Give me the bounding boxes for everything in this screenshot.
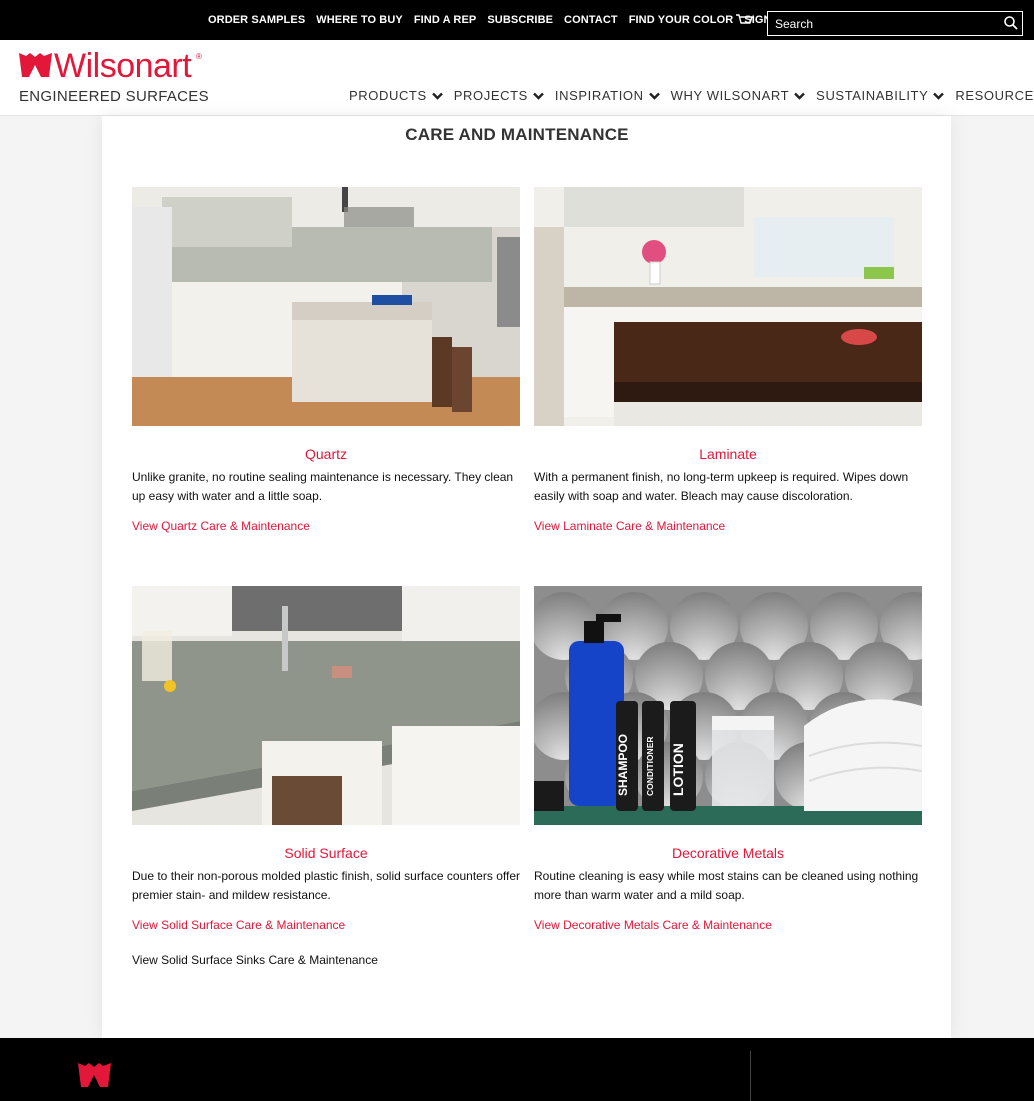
- chevron-down-icon: [648, 92, 660, 100]
- utility-nav: ORDER SAMPLES WHERE TO BUY FIND A REP SU…: [208, 0, 786, 40]
- laminate-care-link[interactable]: View Laminate Care & Maintenance: [534, 519, 922, 533]
- cart-icon[interactable]: [735, 14, 753, 28]
- nav-resources[interactable]: RESOURCES: [955, 88, 1034, 103]
- decorative-metals-title: Decorative Metals: [671, 845, 785, 861]
- laminate-tile: Laminate With a permanent finish, no lon…: [534, 187, 922, 533]
- solid-surface-care-link[interactable]: View Solid Surface Care & Maintenance: [132, 918, 520, 932]
- where-to-buy-link[interactable]: WHERE TO BUY: [316, 14, 403, 26]
- conditioner-label: CONDITIONER: [645, 737, 655, 797]
- nav-inspiration[interactable]: INSPIRATION: [555, 88, 660, 103]
- lotion-label: LOTION: [670, 743, 686, 796]
- decorative-metals-tile: SHAMPOO CONDITIONER LOTION Decorative Me…: [534, 586, 922, 932]
- shampoo-label: SHAMPOO: [616, 734, 630, 796]
- solid-surface-tile: Solid Surface Due to their non-porous mo…: [132, 586, 520, 967]
- site-footer: [0, 1038, 1034, 1101]
- bottle-labels: SHAMPOO CONDITIONER LOTION: [616, 734, 686, 797]
- quartz-care-link[interactable]: View Quartz Care & Maintenance: [132, 519, 520, 533]
- nav-products-label: PRODUCTS: [349, 88, 427, 103]
- quartz-description: Unlike granite, no routine sealing maint…: [132, 470, 514, 503]
- solid-surface-sinks-care-link[interactable]: View Solid Surface Sinks Care & Maintena…: [132, 953, 520, 967]
- chevron-down-icon: [933, 92, 945, 100]
- chevron-down-icon: [431, 92, 443, 100]
- decorative-metals-bath-photo: SHAMPOO CONDITIONER LOTION: [534, 586, 922, 825]
- laminate-kitchen-photo: [534, 187, 922, 426]
- chevron-down-icon: [794, 92, 806, 100]
- subscribe-link[interactable]: SUBSCRIBE: [487, 14, 553, 26]
- decorative-metals-description: Routine cleaning is easy while most stai…: [534, 869, 919, 902]
- nav-why-wilsonart[interactable]: WHY WILSONART: [671, 88, 806, 103]
- nav-why-wilsonart-label: WHY WILSONART: [670, 88, 790, 103]
- laminate-title: Laminate: [699, 446, 757, 462]
- chevron-down-icon: [533, 92, 544, 100]
- search-box: [767, 11, 1023, 36]
- contact-link[interactable]: CONTACT: [564, 14, 618, 26]
- nav-sustainability-label: SUSTAINABILITY: [816, 88, 929, 103]
- quartz-title: Quartz: [304, 446, 347, 462]
- site-header: Wilsonart ® ENGINEERED SURFACES PRODUCTS…: [0, 40, 1034, 116]
- find-your-color-link[interactable]: FIND YOUR COLOR: [629, 14, 734, 26]
- order-samples-link[interactable]: ORDER SAMPLES: [208, 14, 305, 26]
- search-input[interactable]: [768, 12, 998, 35]
- nav-resources-label: RESOURCES: [955, 88, 1034, 103]
- utility-bar: ORDER SAMPLES WHERE TO BUY FIND A REP SU…: [0, 0, 1034, 40]
- wilsonart-logo-mark-icon[interactable]: [19, 53, 52, 77]
- laminate-description: With a permanent finish, no long-term up…: [534, 470, 909, 503]
- solid-surface-title: Solid Surface: [284, 845, 368, 861]
- quartz-kitchen-photo: [132, 187, 520, 426]
- nav-inspiration-label: INSPIRATION: [554, 88, 644, 103]
- footer-divider: [750, 1051, 751, 1101]
- decorative-metals-care-link[interactable]: View Decorative Metals Care & Maintenanc…: [534, 918, 922, 932]
- registered-mark: ®: [196, 52, 202, 61]
- page-title: CARE AND MAINTENANCE: [405, 125, 629, 144]
- solid-surface-kitchen-photo: [132, 586, 520, 825]
- magnifier-icon[interactable]: [1003, 15, 1019, 31]
- nav-projects[interactable]: PROJECTS: [454, 88, 544, 103]
- main-nav: PRODUCTS PROJECTS INSPIRATION WHY WILSON…: [349, 88, 1034, 103]
- find-a-rep-link[interactable]: FIND A REP: [414, 14, 477, 26]
- solid-surface-description: Due to their non-porous molded plastic f…: [132, 869, 520, 902]
- wilsonart-logo-mark-icon[interactable]: [77, 1063, 112, 1087]
- quartz-tile: Quartz Unlike granite, no routine sealin…: [132, 187, 520, 533]
- brand-wordmark[interactable]: Wilsonart: [54, 48, 192, 84]
- nav-products[interactable]: PRODUCTS: [349, 88, 443, 103]
- nav-projects-label: PROJECTS: [453, 88, 528, 103]
- brand-tagline: ENGINEERED SURFACES: [19, 88, 209, 105]
- nav-sustainability[interactable]: SUSTAINABILITY: [816, 88, 945, 103]
